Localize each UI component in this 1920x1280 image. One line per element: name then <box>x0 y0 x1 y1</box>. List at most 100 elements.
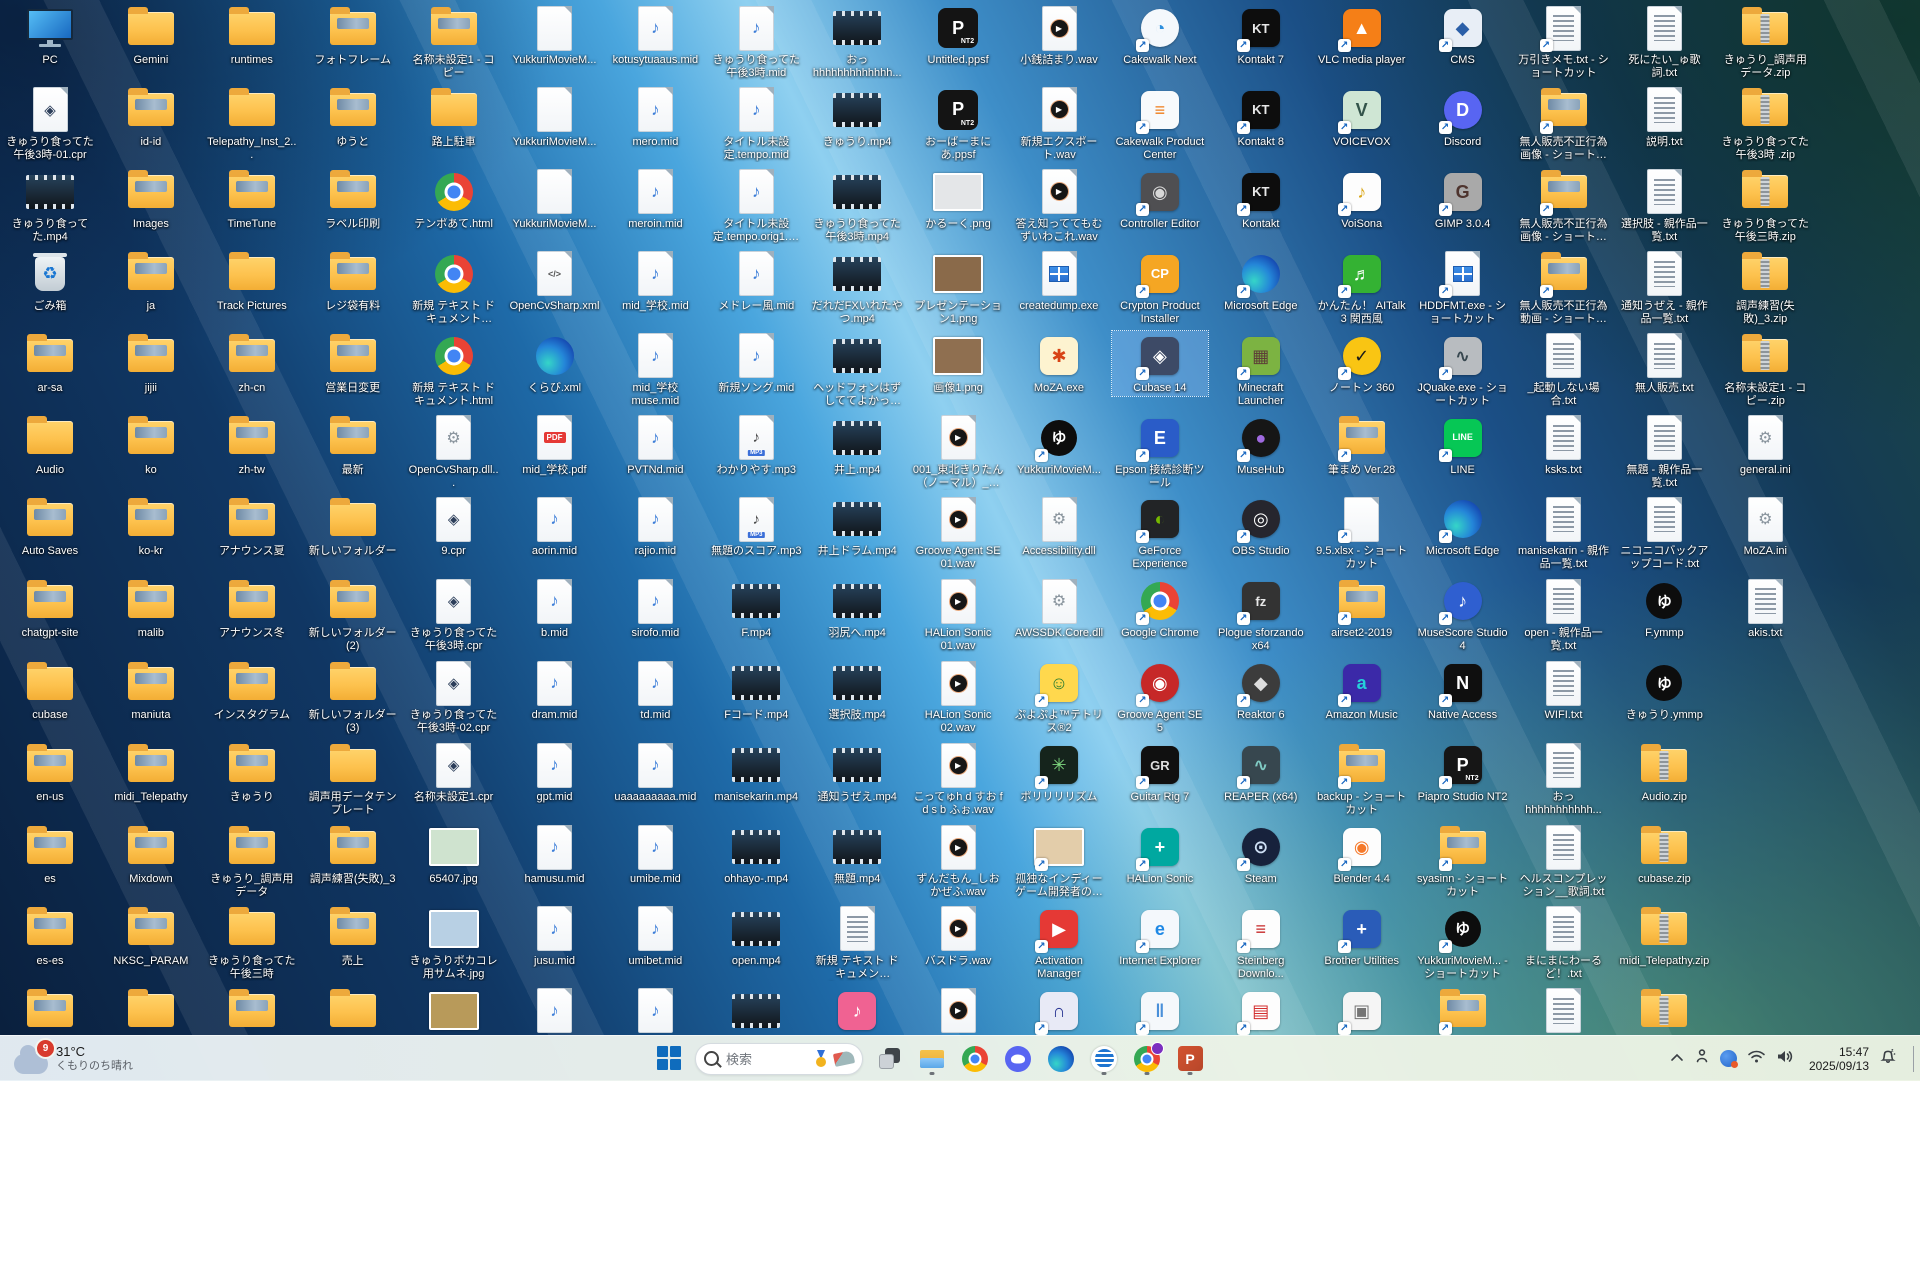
desktop-icon-YukkuriMovieM...[interactable]: ゆ ↗ YukkuriMovieM... <box>1011 413 1107 478</box>
task-view-button[interactable] <box>872 1042 906 1076</box>
desktop-icon-万引きメモ.txt - ショートカット[interactable]: ↗ 万引きメモ.txt - ショートカット <box>1516 3 1612 81</box>
desktop-icon-Audacity[interactable]: ∩↗Audacity <box>1011 986 1107 1035</box>
desktop-icon-くらび.xml[interactable]: くらび.xml <box>507 331 603 396</box>
desktop-icon-ko-kr[interactable]: ko-kr <box>103 494 199 559</box>
desktop-icon-aorin.mid[interactable]: ♪ aorin.mid <box>507 494 603 559</box>
file-explorer-button[interactable] <box>915 1042 949 1076</box>
desktop-icon-runtimes[interactable]: runtimes <box>204 3 300 68</box>
desktop-icon-open - 親作品一覧.txt[interactable]: open - 親作品一覧.txt <box>1516 576 1612 654</box>
desktop-icon-kotusytuaaus.mid[interactable]: ♪ kotusytuaaus.mid <box>607 3 703 68</box>
desktop-icon-ピクチャ[interactable]: ピクチャ <box>204 986 300 1035</box>
desktop-icon-売上[interactable]: 売上 <box>305 904 401 969</box>
desktop-icon-malib[interactable]: malib <box>103 576 199 641</box>
desktop-icon-無題のスコア.mp3[interactable]: ♪ MP3 無題のスコア.mp3 <box>708 494 804 559</box>
desktop-icon-REAPER (x64)[interactable]: ∿ ↗ REAPER (x64) <box>1213 740 1309 805</box>
desktop-icon-HALion Sonic 02.wav[interactable]: ▶ HALion Sonic 02.wav <box>910 658 1006 736</box>
desktop-icon-新規ソング.mid[interactable]: ♪ 新規ソング.mid <box>708 331 804 396</box>
desktop-icon-Activation Manager[interactable]: ▶ ↗ Activation Manager <box>1011 904 1107 982</box>
desktop-icon-ぷよぷよ™テトリス®2[interactable]: ☺ ↗ ぷよぷよ™テトリス®2 <box>1011 658 1107 736</box>
chrome-profile-button[interactable] <box>1130 1041 1164 1076</box>
desktop-icon-Kontakt[interactable]: KT ↗ Kontakt <box>1213 167 1309 232</box>
desktop-icon-sirofo.mid[interactable]: ♪ sirofo.mid <box>607 576 703 641</box>
desktop-icon-無人販売不正行為画像 - ショートカット[interactable]: ↗無人販売不正行為画像 - ショートカット <box>1516 167 1612 245</box>
start-button[interactable] <box>652 1042 686 1076</box>
desktop-icon-VoiSona[interactable]: ♪ ↗ VoiSona <box>1314 167 1410 232</box>
desktop-icon-app[interactable]: ‖ ↗ <box>1112 986 1208 1035</box>
search-box[interactable]: 検索 <box>695 1042 863 1075</box>
desktop-icon-manisekarin - 親作品一覧.txt[interactable]: manisekarin - 親作品一覧.txt <box>1516 494 1612 572</box>
desktop-icon-Kontakt 7[interactable]: KT ↗ Kontakt 7 <box>1213 3 1309 68</box>
desktop-icon-新しいフォルダー (3)[interactable]: 新しいフォルダー (3) <box>305 658 401 736</box>
desktop-icon-ohhayo-.mp4[interactable]: ohhayo-.mp4 <box>708 822 804 887</box>
desktop-icon-MoZA.ini[interactable]: ⚙ MoZA.ini <box>1717 494 1813 559</box>
desktop-icon-folder[interactable] <box>103 986 199 1035</box>
desktop-icon-mid[interactable]: ♪ <box>607 986 703 1035</box>
desktop-icon-OBS Studio[interactable]: ◎ ↗ OBS Studio <box>1213 494 1309 559</box>
desktop-icon-YukkuriMovieM...[interactable]: YukkuriMovieM... <box>507 167 603 232</box>
desktop-icon-Controller Editor[interactable]: ◉ ↗ Controller Editor <box>1112 167 1208 232</box>
desktop-icon-en-us[interactable]: en-us <box>2 740 98 805</box>
desktop-icon-Internet Explorer[interactable]: e ↗ Internet Explorer <box>1112 904 1208 969</box>
desktop-icon-Telepathy_Inst_2...[interactable]: Telepathy_Inst_2... <box>204 85 300 163</box>
desktop-icon-営業日変更[interactable]: 営業日変更 <box>305 331 401 396</box>
desktop-icon-調声練習(失敗)_3[interactable]: 調声練習(失敗)_3 <box>305 822 401 887</box>
desktop-icon-midi_Telepathy.zip[interactable]: midi_Telepathy.zip <box>1616 904 1712 969</box>
desktop-icon-uaaaaaaaaa.mid[interactable]: ♪ uaaaaaaaaa.mid <box>607 740 703 805</box>
desktop-icon-きゅうり食ってた午後三時.zip[interactable]: きゅうり食ってた午後三時.zip <box>1717 167 1813 245</box>
desktop-icon-筆まめ Ver.28[interactable]: ↗ 筆まめ Ver.28 <box>1314 413 1410 478</box>
desktop-icon-最新[interactable]: 最新 <box>305 413 401 478</box>
desktop-icon-新しいフォルダー[interactable]: 新しいフォルダー <box>305 494 401 559</box>
desktop-icon-rajio.mid[interactable]: ♪ rajio.mid <box>607 494 703 559</box>
desktop-icon-タイトル未設定.tempo.mid[interactable]: ♪ タイトル未設定.tempo.mid <box>708 85 804 163</box>
desktop-icon-おっ hhhhhhhhhhhhh...[interactable]: おっ hhhhhhhhhhhhh... <box>809 3 905 81</box>
hidden-icons-chevron[interactable] <box>1670 1052 1684 1066</box>
desktop-icon-小銭詰まり.wav[interactable]: ▶ 小銭詰まり.wav <box>1011 3 1107 68</box>
desktop-icon-ラジオ_歌詞.txt[interactable]: ラジオ_歌詞.txt <box>1516 986 1612 1035</box>
desktop-icon-maniuta[interactable]: maniuta <box>103 658 199 723</box>
desktop-icon-だれだFXいれたやつ.mp4[interactable]: だれだFXいれたやつ.mp4 <box>809 249 905 327</box>
taskbar-weather-widget[interactable]: 9 31°C くもりのち晴れ <box>6 1036 141 1081</box>
desktop-icon-かるーく.png[interactable]: かるーく.png <box>910 167 1006 232</box>
desktop-icon-umibe.mid[interactable]: ♪ umibe.mid <box>607 822 703 887</box>
desktop-icon-YukkuriMovieM...[interactable]: YukkuriMovieM... <box>507 3 603 68</box>
desktop-icon-mid_学校muse.mid[interactable]: ♪ mid_学校muse.mid <box>607 331 703 409</box>
desktop-icon-es[interactable]: es <box>2 822 98 887</box>
desktop-icon-きゅうり.ymmp[interactable]: ゆきゅうり.ymmp <box>1616 658 1712 723</box>
show-desktop-button[interactable] <box>1913 1045 1914 1072</box>
desktop-icon-GeForce Experience[interactable]: ◐ ↗ GeForce Experience <box>1112 494 1208 572</box>
desktop-icon-きゅうり食ってた.mp4[interactable]: きゅうり食ってた.mp4 <box>2 167 98 245</box>
desktop-icon-es-es[interactable]: es-es <box>2 904 98 969</box>
desktop-icon-Images[interactable]: Images <box>103 167 199 232</box>
desktop-icon-app[interactable]: ♪ <box>809 986 905 1035</box>
desktop-icon-Audio[interactable]: Audio <box>2 413 98 478</box>
wifi-icon[interactable] <box>1747 1049 1766 1069</box>
desktop-icon-Accessibility.dll[interactable]: ⚙ Accessibility.dll <box>1011 494 1107 559</box>
desktop-icon-テンポあて.html[interactable]: テンポあて.html <box>406 167 502 232</box>
desktop-icon-ごみ箱[interactable]: ♻ ごみ箱 <box>2 249 98 314</box>
desktop-icon-_起動しない場合.txt[interactable]: _起動しない場合.txt <box>1516 331 1612 409</box>
notification-bell-icon[interactable]: zz <box>1879 1047 1897 1070</box>
desktop-icon-backup - ショートカット[interactable]: ↗ backup - ショートカット <box>1314 740 1410 818</box>
desktop-icon-9.5.xlsx - ショートカット[interactable]: ↗ 9.5.xlsx - ショートカット <box>1314 494 1410 572</box>
desktop-icon-無人販売.txt[interactable]: 無人販売.txt <box>1616 331 1712 396</box>
desktop-icon-MoZA.exe[interactable]: ✱ MoZA.exe <box>1011 331 1107 396</box>
desktop-icon-Fコード.mp4[interactable]: Fコード.mp4 <box>708 658 804 723</box>
desktop-icon-mero.mid[interactable]: ♪ mero.mid <box>607 85 703 150</box>
desktop-icon-名称未設定1.cpr[interactable]: ◈ 名称未設定1.cpr <box>406 740 502 805</box>
desktop-icon-きゅうりボカコレ用サムネ.jpg[interactable]: きゅうりボカコレ用サムネ.jpg <box>406 904 502 982</box>
desktop-icon-ヘッドフォンはずしててよかっt.mp4[interactable]: ヘッドフォンはずしててよかっt.mp4 <box>809 331 905 409</box>
desktop-icon-Blender 4.4[interactable]: ◉ ↗ Blender 4.4 <box>1314 822 1410 887</box>
taskbar[interactable]: 9 31°C くもりのち晴れ 検索 P 15:47 2025/09/13 z z <box>0 1035 1920 1081</box>
desktop-icon-かんたん！ AITalk 3 関西風[interactable]: ♬ ↗ かんたん！ AITalk 3 関西風 <box>1314 249 1410 327</box>
desktop-icon-井上ドラム.mp4[interactable]: 井上ドラム.mp4 <box>809 494 905 559</box>
desktop-icon-おっ hhhhhhhhhhh...[interactable]: おっ hhhhhhhhhhh... <box>1516 740 1612 818</box>
desktop-icon-umibet.mid[interactable]: ♪ umibet.mid <box>607 904 703 969</box>
desktop-icon-F.ymmp[interactable]: ゆ F.ymmp <box>1616 576 1712 641</box>
desktop-icon-きゅうり_調声用データ.zip[interactable]: きゅうり_調声用データ.zip <box>1717 3 1813 81</box>
desktop-icon-きゅうり食ってた午後3時-01.cpr[interactable]: ◈ きゅうり食ってた午後3時-01.cpr <box>2 85 98 163</box>
assistant-tray-icon[interactable] <box>1719 1050 1738 1068</box>
desktop-icon-Untitled.ppsf[interactable]: P NT2 Untitled.ppsf <box>910 3 1006 68</box>
taskbar-clock[interactable]: 15:47 2025/09/13 <box>1809 1045 1869 1073</box>
desktop-icon-YukkuriMovieM...[interactable]: YukkuriMovieM... <box>507 85 603 150</box>
desktop-icon-無題.mp4[interactable]: 無題.mp4 <box>809 822 905 887</box>
